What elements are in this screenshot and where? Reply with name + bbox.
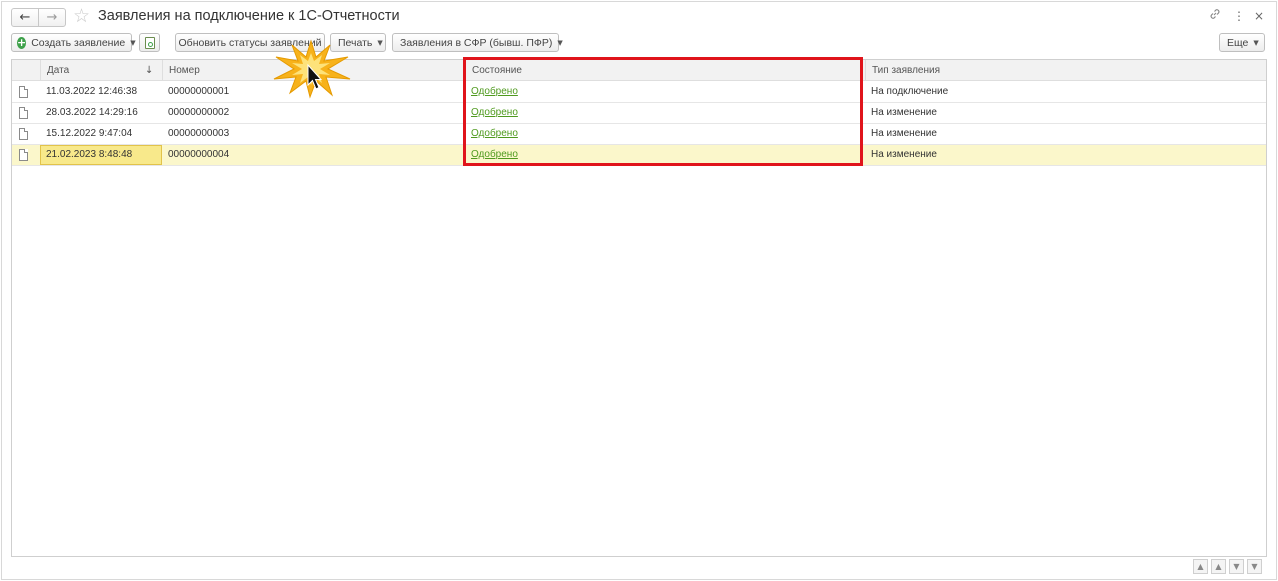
arrow-left-icon: ← bbox=[19, 10, 31, 25]
column-header-date[interactable]: Дата bbox=[40, 60, 162, 81]
forward-button[interactable]: → bbox=[39, 9, 65, 26]
history-nav: ← → bbox=[11, 8, 66, 27]
row-status-link[interactable]: Одобрено bbox=[465, 145, 518, 166]
more-button[interactable]: Еще ▼ bbox=[1219, 33, 1265, 52]
page-title: Заявления на подключение к 1С-Отчетности bbox=[98, 8, 400, 24]
row-number: 00000000004 bbox=[168, 149, 230, 160]
row-type: На изменение bbox=[871, 128, 937, 139]
applications-table[interactable]: Дата ↓ Номер Состояние Тип заявления 11.… bbox=[11, 59, 1267, 557]
command-bar: + Создать заявление ▼ Обновить статусы з… bbox=[2, 32, 1276, 54]
scroll-last-button[interactable]: ▼ bbox=[1247, 559, 1262, 574]
table-row[interactable]: 11.03.2022 12:46:38 00000000001 Одобрено… bbox=[12, 82, 1266, 103]
sort-descending-icon[interactable]: ↓ bbox=[145, 60, 153, 81]
scroll-first-button[interactable]: ▲ bbox=[1193, 559, 1208, 574]
scroll-down-button[interactable]: ▼ bbox=[1229, 559, 1244, 574]
chevron-down-icon: ▼ bbox=[130, 38, 136, 47]
row-status-link[interactable]: Одобрено bbox=[465, 124, 518, 145]
table-header: Дата ↓ Номер Состояние Тип заявления bbox=[12, 60, 1266, 81]
row-number: 00000000002 bbox=[168, 107, 230, 118]
document-refresh-icon bbox=[144, 36, 155, 49]
document-icon bbox=[19, 128, 28, 140]
document-icon bbox=[19, 149, 28, 161]
row-date: 15.12.2022 9:47:04 bbox=[46, 128, 133, 139]
row-number: 00000000001 bbox=[168, 86, 230, 97]
create-application-label: Создать заявление bbox=[31, 36, 126, 49]
more-vertical-icon[interactable]: ⋮ bbox=[1233, 8, 1245, 24]
row-number: 00000000003 bbox=[168, 128, 230, 139]
row-type: На подключение bbox=[871, 86, 949, 97]
row-status-link[interactable]: Одобрено bbox=[465, 82, 518, 103]
row-status-link[interactable]: Одобрено bbox=[465, 103, 518, 124]
more-label: Еще bbox=[1227, 36, 1249, 49]
chevron-down-icon: ▼ bbox=[557, 38, 563, 47]
table-row-selected[interactable]: 21.02.2023 8:48:48 00000000004 Одобрено … bbox=[12, 145, 1266, 166]
create-application-button[interactable]: + Создать заявление ▼ bbox=[11, 33, 136, 52]
link-icon[interactable] bbox=[1209, 8, 1221, 24]
title-bar: ← → ☆ Заявления на подключение к 1С-Отче… bbox=[2, 2, 1276, 32]
click-burst-icon bbox=[273, 39, 351, 99]
chevron-down-icon: ▼ bbox=[1253, 38, 1259, 47]
chevron-down-icon: ▼ bbox=[377, 38, 383, 47]
row-date: 11.03.2022 12:46:38 bbox=[46, 86, 138, 97]
back-button[interactable]: ← bbox=[12, 9, 39, 26]
column-header-type[interactable]: Тип заявления bbox=[865, 60, 1266, 81]
row-type: На изменение bbox=[871, 107, 937, 118]
app-window: ← → ☆ Заявления на подключение к 1С-Отче… bbox=[1, 1, 1277, 580]
column-header-status[interactable]: Состояние bbox=[465, 60, 865, 81]
arrow-right-icon: → bbox=[46, 10, 58, 25]
row-date: 21.02.2023 8:48:48 bbox=[46, 149, 133, 160]
favorite-star-icon[interactable]: ☆ bbox=[73, 6, 90, 26]
table-row[interactable]: 28.03.2022 14:29:16 00000000002 Одобрено… bbox=[12, 103, 1266, 124]
scroll-up-button[interactable]: ▲ bbox=[1211, 559, 1226, 574]
table-row[interactable]: 15.12.2022 9:47:04 00000000003 Одобрено … bbox=[12, 124, 1266, 145]
row-date: 28.03.2022 14:29:16 bbox=[46, 107, 138, 118]
row-type: На изменение bbox=[871, 149, 937, 160]
sfr-applications-label: Заявления в СФР (бывш. ПФР) bbox=[400, 36, 553, 49]
close-icon[interactable]: × bbox=[1254, 8, 1264, 24]
document-icon bbox=[19, 86, 28, 98]
plus-circle-icon: + bbox=[17, 35, 27, 49]
icon-column-header bbox=[12, 60, 40, 81]
refresh-document-button[interactable] bbox=[139, 33, 160, 52]
document-icon bbox=[19, 107, 28, 119]
sfr-applications-button[interactable]: Заявления в СФР (бывш. ПФР) ▼ bbox=[392, 33, 563, 52]
